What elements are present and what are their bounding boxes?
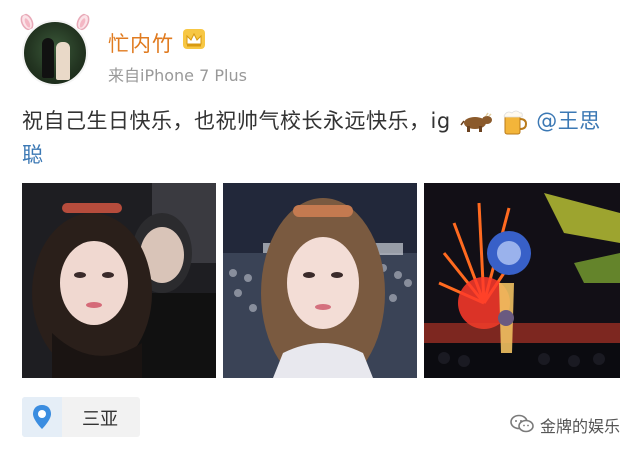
username[interactable]: 忙内竹 [108, 28, 174, 58]
photo-thumbnail[interactable] [223, 183, 417, 378]
post-header: 忙内竹 来自iPhone 7 Plus [18, 13, 622, 94]
avatar-figure [42, 38, 54, 78]
post-text: 祝自己生日快乐，也祝帅气校长永远快乐，ig [22, 109, 451, 133]
location-pin-icon [33, 405, 51, 429]
post-body: 祝自己生日快乐，也祝帅气校长永远快乐，ig @王思聪 [22, 104, 622, 172]
wechat-logo-icon [510, 414, 534, 433]
selfie-couple-image [22, 183, 216, 378]
post-source: 来自iPhone 7 Plus [108, 66, 247, 85]
crown-badge-icon[interactable] [182, 28, 206, 50]
crowd-selfie-image [223, 183, 417, 378]
avatar-figure [56, 42, 70, 80]
photo-thumbnail[interactable] [424, 183, 620, 378]
cow-emoji [460, 112, 492, 132]
photo-thumbnail[interactable] [22, 183, 216, 378]
location-name: 三亚 [82, 409, 118, 430]
photo-grid [22, 183, 620, 379]
beer-emoji [503, 110, 528, 135]
concert-stage-image [424, 183, 620, 378]
avatar[interactable] [18, 13, 92, 88]
watermark-text: 金牌的娱乐 [540, 417, 621, 436]
location-tag[interactable]: 三亚 [22, 397, 140, 437]
location-icon-box [22, 397, 62, 437]
avatar-photo[interactable] [22, 20, 88, 86]
